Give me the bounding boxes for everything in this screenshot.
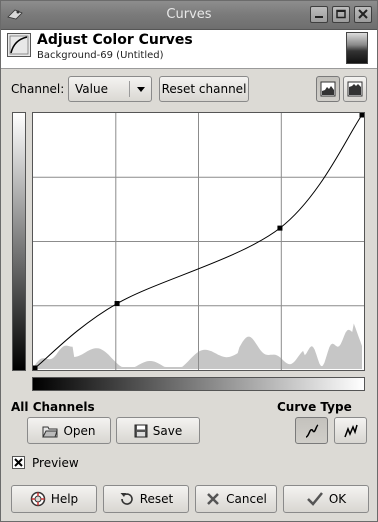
curve-control-point[interactable] xyxy=(277,225,283,231)
freehand-curve-icon xyxy=(343,424,358,437)
output-gradient-bar xyxy=(12,112,26,371)
minimize-icon xyxy=(315,16,323,18)
minimize-button[interactable] xyxy=(310,6,328,23)
ok-checkmark-icon xyxy=(306,492,323,506)
freehand-curve-button[interactable] xyxy=(334,417,367,444)
curves-tool-icon xyxy=(7,33,31,57)
linear-histogram-icon xyxy=(320,81,336,97)
dialog-header: Adjust Color Curves Background-69 (Untit… xyxy=(1,30,377,69)
dialog-title: Adjust Color Curves xyxy=(37,32,193,48)
title-bar[interactable]: Curves xyxy=(1,1,377,30)
cancel-label: Cancel xyxy=(226,492,267,506)
channel-label: Channel: xyxy=(11,82,65,96)
reset-channel-button[interactable]: Reset channel xyxy=(159,76,249,102)
preview-checkbox[interactable] xyxy=(12,456,25,469)
open-label: Open xyxy=(63,423,96,438)
save-label: Save xyxy=(152,423,183,438)
help-label: Help xyxy=(50,492,79,506)
maximize-icon xyxy=(336,9,346,19)
reset-undo-icon xyxy=(120,493,133,505)
ok-button[interactable]: OK xyxy=(283,485,369,513)
all-channels-label: All Channels xyxy=(11,400,95,414)
save-disk-icon xyxy=(134,424,148,437)
dialog-subtitle: Background-69 (Untitled) xyxy=(37,50,164,61)
reset-label: Reset xyxy=(139,492,174,506)
ok-label: OK xyxy=(328,492,347,506)
cancel-button[interactable]: Cancel xyxy=(195,485,277,513)
curve-control-point[interactable] xyxy=(114,301,120,307)
channel-value: Value xyxy=(75,82,108,96)
open-folder-icon xyxy=(42,426,59,437)
curve-editor[interactable] xyxy=(32,112,365,371)
channel-select[interactable]: Value xyxy=(68,76,152,102)
preview-label[interactable]: Preview xyxy=(32,456,79,470)
chevron-down-icon xyxy=(137,87,145,92)
cancel-x-icon xyxy=(207,493,220,505)
help-lifebuoy-icon xyxy=(30,491,46,507)
linear-histogram-button[interactable] xyxy=(316,76,340,102)
curve-graph[interactable] xyxy=(32,112,365,371)
curve-control-point[interactable] xyxy=(32,365,38,371)
open-button[interactable]: Open xyxy=(27,417,111,444)
reset-channel-label: Reset channel xyxy=(161,82,247,96)
close-button[interactable] xyxy=(354,6,372,23)
curve-control-point[interactable] xyxy=(359,112,365,118)
curve-type-label: Curve Type xyxy=(277,400,352,414)
maximize-button[interactable] xyxy=(332,6,350,23)
curves-dialog: Curves Adjust Color Curves Background-69… xyxy=(0,0,378,522)
save-button[interactable]: Save xyxy=(116,417,200,444)
log-histogram-button[interactable] xyxy=(343,76,367,102)
smooth-curve-icon xyxy=(305,423,319,438)
help-button[interactable]: Help xyxy=(11,485,97,513)
reset-button[interactable]: Reset xyxy=(103,485,189,513)
checkmark-icon xyxy=(14,458,23,467)
image-thumbnail xyxy=(346,32,368,64)
close-icon xyxy=(358,9,368,19)
input-gradient-bar xyxy=(32,377,365,391)
smooth-curve-button[interactable] xyxy=(295,417,328,444)
grid-lines xyxy=(33,113,364,370)
log-histogram-icon xyxy=(347,81,363,97)
